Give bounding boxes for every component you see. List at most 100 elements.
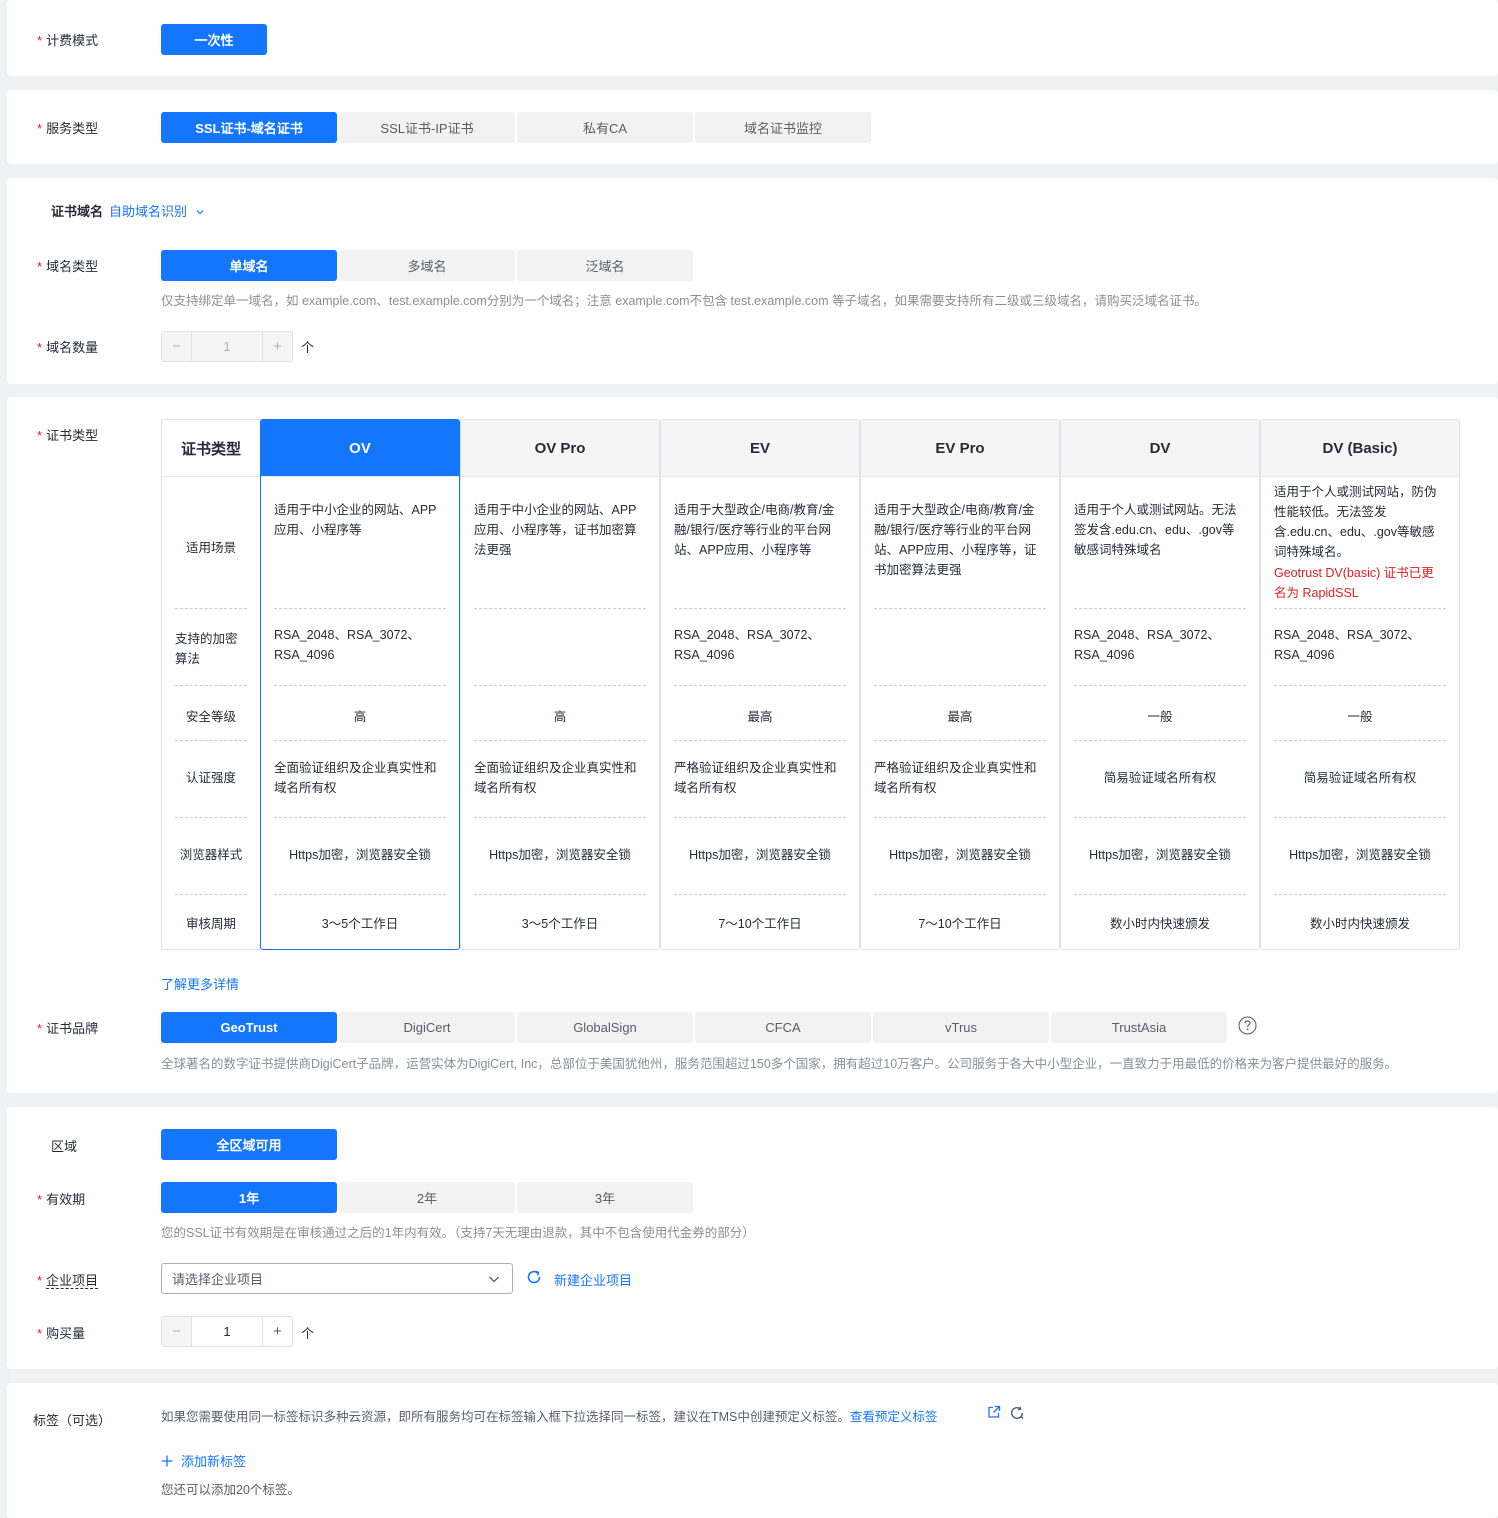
row-divider — [874, 740, 1046, 741]
brand-option-trustasia[interactable]: TrustAsia — [1051, 1012, 1227, 1043]
cert-algo — [874, 625, 1046, 671]
brand-option-cfca[interactable]: CFCA — [695, 1012, 871, 1043]
domain-type-multi[interactable]: 多域名 — [339, 250, 515, 281]
row-divider — [674, 608, 846, 609]
required-mark: * — [37, 1326, 43, 1341]
auto-domain-detect-link[interactable]: 自助域名识别 — [109, 201, 205, 220]
cert-column-ov[interactable]: OV 适用于中小企业的网站、APP应用、小程序等 RSA_2048、RSA_3072… — [260, 419, 460, 950]
brand-option-globalsign[interactable]: GlobalSign — [517, 1012, 693, 1043]
domain-type-single[interactable]: 单域名 — [161, 250, 337, 281]
brand-option-digicert[interactable]: DigiCert — [339, 1012, 515, 1043]
brand-option-geotrust[interactable]: GeoTrust — [161, 1012, 337, 1043]
region-option-all[interactable]: 全区域可用 — [161, 1129, 337, 1160]
cert-column-dv[interactable]: DV 适用于个人或测试网站。无法签发含.edu.cn、edu、.gov等敏感词特殊… — [1060, 419, 1260, 950]
help-icon[interactable] — [1238, 1016, 1257, 1038]
required-mark: * — [37, 428, 43, 443]
refresh-icon[interactable] — [1009, 1405, 1025, 1424]
service-option-ip-cert[interactable]: SSL证书-IP证书 — [339, 112, 515, 143]
service-option-private-ca[interactable]: 私有CA — [517, 112, 693, 143]
cert-scene: 适用于个人或测试网站，防伪性能较低。无法签发含.edu.cn、edu、.gov等… — [1274, 485, 1437, 559]
required-mark: * — [37, 1021, 43, 1036]
cert-column-ov-pro[interactable]: OV Pro 适用于中小企业的网站、APP应用、小程序等，证书加密算法更强高全面验… — [460, 419, 660, 950]
domain-type-tip: 仅支持绑定单一域名，如 example.com、test.example.com… — [161, 294, 1207, 308]
increment-button[interactable]: + — [262, 1317, 292, 1346]
cert-algo: RSA_2048、RSA_3072、RSA_4096 — [1074, 628, 1220, 662]
validity-tip: 您的SSL证书有效期是在审核通过之后的1年内有效。（支持7天无理由退款，其中不包… — [161, 1226, 755, 1240]
cert-security-level: 最高 — [947, 710, 973, 724]
cert-review-period: 7～10个工作日 — [918, 917, 1002, 931]
tags-card: 标签（可选） 如果您需要使用同一标签标识多种云资源，即所有服务均可在标签输入框下… — [7, 1383, 1498, 1518]
cert-browser-style: Https加密，浏览器安全锁 — [1289, 848, 1431, 862]
service-option-monitor[interactable]: 域名证书监控 — [695, 112, 871, 143]
cert-column-title[interactable]: DV (Basic) — [1261, 420, 1459, 477]
cert-browser-style: Https加密，浏览器安全锁 — [689, 848, 831, 862]
cert-type-label: * 证书类型 — [37, 428, 99, 443]
validity-option-2y[interactable]: 2年 — [339, 1182, 515, 1213]
cert-column-title[interactable]: OV Pro — [461, 420, 659, 477]
row-divider — [674, 685, 846, 686]
increment-button[interactable]: + — [262, 332, 292, 361]
service-option-domain-cert[interactable]: SSL证书-域名证书 — [161, 112, 337, 143]
view-predefined-tags-link[interactable]: 查看预定义标签 — [850, 1410, 938, 1424]
domain-count-input[interactable] — [192, 332, 262, 361]
cert-scene: 适用于大型政企/电商/教育/金融/银行/医疗等行业的平台网站、APP应用、小程序… — [874, 503, 1037, 577]
tags-label: 标签（可选） — [33, 1413, 112, 1428]
required-mark: * — [37, 340, 43, 355]
plus-icon — [161, 1455, 173, 1470]
brand-tip: 全球著名的数字证书提供商DigiCert子品牌，运营实体为DigiCert, I… — [161, 1057, 1398, 1071]
billing-option-onetime[interactable]: 一次性 — [161, 24, 267, 55]
quantity-stepper[interactable]: − + — [161, 1316, 293, 1347]
refresh-icon[interactable] — [526, 1269, 542, 1288]
cert-browser-style: Https加密，浏览器安全锁 — [289, 848, 431, 862]
cert-algo: RSA_2048、RSA_3072、RSA_4096 — [674, 628, 820, 662]
cert-column-title[interactable]: DV — [1061, 420, 1259, 477]
domain-type-wildcard[interactable]: 泛域名 — [517, 250, 693, 281]
cert-column-title[interactable]: OV — [261, 420, 459, 477]
cert-review-period: 数小时内快速颁发 — [1109, 917, 1210, 931]
chevron-down-icon — [195, 205, 205, 220]
decrement-button[interactable]: − — [162, 332, 192, 361]
billing-label: * 计费模式 — [37, 33, 99, 48]
row-divider — [274, 894, 446, 895]
cert-algo — [474, 625, 646, 671]
new-project-link[interactable]: 新建企业项目 — [554, 1270, 632, 1289]
tags-desc: 如果您需要使用同一标签标识多种云资源，即所有服务均可在标签输入框下拉选择同一标签… — [161, 1410, 938, 1424]
domain-type-label: * 域名类型 — [37, 259, 99, 274]
cert-auth-strength: 简易验证域名所有权 — [1103, 771, 1217, 785]
cert-column-ev[interactable]: EV 适用于大型政企/电商/教育/金融/银行/医疗等行业的平台网站、APP应用、小… — [660, 419, 860, 950]
cert-algo: RSA_2048、RSA_3072、RSA_4096 — [274, 628, 420, 662]
row-divider — [1274, 740, 1446, 741]
cert-review-period: 数小时内快速颁发 — [1309, 917, 1410, 931]
cert-auth-strength: 简易验证域名所有权 — [1303, 771, 1417, 785]
add-tag-button[interactable]: 添加新标签 — [161, 1451, 246, 1470]
external-link-icon[interactable] — [987, 1405, 1001, 1422]
required-mark: * — [37, 33, 43, 48]
row-divider — [175, 608, 247, 609]
cert-column-dv-basic[interactable]: DV (Basic) 适用于个人或测试网站，防伪性能较低。无法签发含.edu.cn… — [1260, 419, 1460, 950]
row-divider — [175, 894, 247, 895]
cert-column-ev-pro[interactable]: EV Pro 适用于大型政企/电商/教育/金融/银行/医疗等行业的平台网站、APP… — [860, 419, 1060, 950]
cert-security-level: 高 — [553, 710, 567, 724]
row-label-algo: 支持的加密算法 — [175, 632, 238, 666]
row-divider — [175, 740, 247, 741]
validity-option-1y[interactable]: 1年 — [161, 1182, 337, 1213]
more-details-link[interactable]: 了解更多详情 — [161, 974, 239, 993]
domain-card: 证书域名 自助域名识别 * 域名类型 单域名 多域名 泛域名 仅支持绑定单一域名，… — [7, 178, 1498, 384]
row-divider — [474, 740, 646, 741]
domain-section-title: 证书域名 — [51, 204, 104, 219]
domain-count-stepper[interactable]: − + — [161, 331, 293, 362]
validity-option-3y[interactable]: 3年 — [517, 1182, 693, 1213]
quantity-input[interactable] — [192, 1317, 262, 1346]
brand-option-vtrus[interactable]: vTrus — [873, 1012, 1049, 1043]
cert-column-title[interactable]: EV — [661, 420, 859, 477]
cert-column-title[interactable]: EV Pro — [861, 420, 1059, 477]
row-divider — [1074, 740, 1246, 741]
decrement-button[interactable]: − — [162, 1317, 192, 1346]
cert-scene: 适用于中小企业的网站、APP应用、小程序等 — [274, 503, 437, 537]
cert-scene: 适用于个人或测试网站。无法签发含.edu.cn、edu、.gov等敏感词特殊域名 — [1074, 503, 1237, 557]
cert-browser-style: Https加密，浏览器安全锁 — [1089, 848, 1231, 862]
row-divider — [274, 608, 446, 609]
project-select[interactable]: 请选择企业项目 — [161, 1263, 513, 1294]
required-mark: * — [37, 121, 43, 136]
service-card: * 服务类型 SSL证书-域名证书 SSL证书-IP证书 私有CA 域名证书监控 — [7, 90, 1498, 164]
